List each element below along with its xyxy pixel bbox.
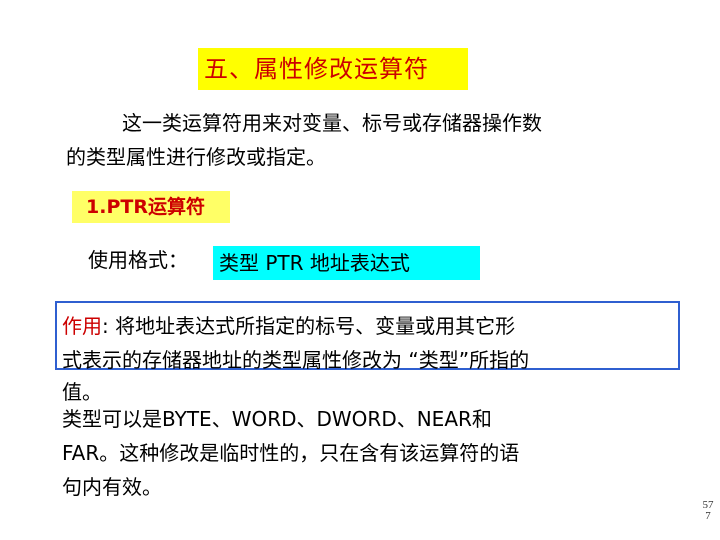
format-label: 使用格式： — [88, 248, 188, 272]
type-line-2: FAR。这种修改是临时性的，只在含有该运算符的语 — [62, 441, 520, 465]
effect-line-1-text: : 将地址表达式所指定的标号、变量或用其它形 — [102, 314, 516, 338]
format-value: 类型 PTR 地址表达式 — [213, 246, 480, 280]
page-number: 577 — [702, 499, 714, 522]
effect-label: 作用 — [62, 314, 102, 338]
intro-line-2: 的类型属性进行修改或指定。 — [66, 145, 326, 169]
effect-line-1: 作用: 将地址表达式所指定的标号、变量或用其它形 — [62, 309, 515, 343]
type-line-3: 句内有效。 — [62, 475, 162, 499]
slide-title: 五、属性修改运算符 — [198, 48, 468, 90]
type-line-1: 类型可以是BYTE、WORD、DWORD、NEAR和 — [62, 407, 492, 431]
intro-line-1: 这一类运算符用来对变量、标号或存储器操作数 — [122, 111, 542, 135]
effect-line-2: 式表示的存储器地址的类型属性修改为 “类型”所指的 — [62, 348, 530, 372]
section-heading: 1.PTR运算符 — [72, 191, 230, 223]
